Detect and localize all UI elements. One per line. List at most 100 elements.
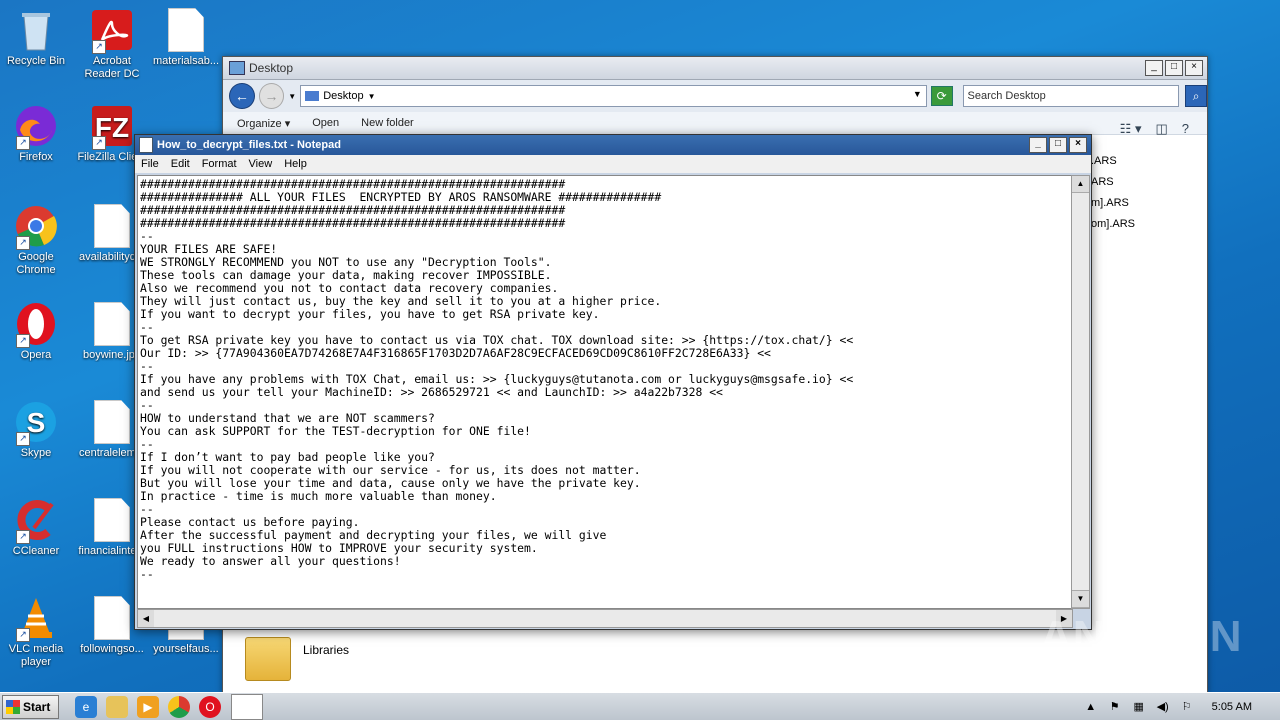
explorer-titlebar[interactable]: Desktop _ □ × bbox=[223, 57, 1207, 80]
firefox-icon: ↗ bbox=[14, 104, 58, 150]
clock[interactable]: 5:05 AM bbox=[1212, 701, 1252, 713]
search-input[interactable]: Search Desktop bbox=[962, 85, 1180, 107]
scroll-up-icon[interactable]: ▲ bbox=[1072, 176, 1089, 193]
chrome-taskbar-icon[interactable] bbox=[168, 696, 190, 718]
shortcut-arrow-icon: ↗ bbox=[16, 136, 30, 150]
menu-edit[interactable]: Edit bbox=[165, 158, 196, 170]
refresh-button[interactable]: ⟳ bbox=[930, 86, 953, 106]
shortcut-arrow-icon: ↗ bbox=[92, 40, 106, 54]
desktop-icon-label: Google Chrome bbox=[16, 251, 56, 276]
menu-view[interactable]: View bbox=[243, 158, 279, 170]
chevron-down-icon[interactable]: ▼ bbox=[368, 92, 376, 101]
menu-file[interactable]: File bbox=[135, 158, 165, 170]
watermark-logo: ANY.RUN bbox=[1040, 612, 1243, 661]
desktop-icon-label: Opera bbox=[20, 349, 52, 361]
file-icon bbox=[164, 8, 208, 52]
opera-icon: ↗ bbox=[14, 302, 58, 348]
vlc-icon: ↗ bbox=[14, 596, 58, 642]
explorer-navbar: ← → ▼ Desktop ▼ ▼ ⟳ Search Desktop ⌕ bbox=[223, 80, 1207, 112]
desktop-icon-label: CCleaner bbox=[12, 545, 60, 557]
address-text: Desktop bbox=[323, 90, 364, 102]
recycle-bin-icon bbox=[14, 8, 58, 52]
help-icon[interactable]: ? bbox=[1182, 121, 1189, 137]
notepad-text-area[interactable]: ########################################… bbox=[137, 175, 1073, 609]
media-player-icon[interactable]: ▶ bbox=[137, 696, 159, 718]
file-icon bbox=[90, 302, 134, 346]
explorer-folder-icon[interactable] bbox=[106, 696, 128, 718]
desktop-icon-firefox[interactable]: ↗ Firefox bbox=[0, 104, 76, 164]
preview-pane-icon[interactable]: ◫ bbox=[1155, 121, 1167, 137]
address-bar[interactable]: Desktop ▼ ▼ bbox=[300, 85, 927, 107]
list-item[interactable]: om].ARS bbox=[1091, 214, 1135, 235]
desktop-icon-label: VLC media player bbox=[8, 643, 64, 668]
window-icon bbox=[229, 61, 245, 75]
maximize-button[interactable]: □ bbox=[1049, 137, 1067, 153]
volume-icon[interactable]: ◀) bbox=[1156, 700, 1170, 714]
desktop-icon-acrobat[interactable]: ↗ Acrobat Reader DC bbox=[72, 8, 152, 81]
view-options-icon[interactable]: ☷ ▾ bbox=[1120, 121, 1142, 137]
ccleaner-icon: ↗ bbox=[14, 498, 58, 544]
desktop-icon-label: Recycle Bin bbox=[6, 55, 66, 67]
file-list-partial: .ARS ARS m].ARS om].ARS bbox=[1091, 151, 1135, 235]
action-center-icon[interactable]: ⚑ bbox=[1108, 700, 1122, 714]
list-item[interactable]: .ARS bbox=[1091, 151, 1135, 172]
search-icon[interactable]: ⌕ bbox=[1185, 85, 1207, 107]
libraries-item[interactable]: Libraries bbox=[245, 637, 349, 681]
notepad-taskbar-button[interactable] bbox=[231, 694, 263, 720]
notepad-title: How_to_decrypt_files.txt - Notepad bbox=[157, 139, 341, 151]
desktop-icon-vlc[interactable]: ↗ VLC media player bbox=[0, 596, 76, 669]
new-folder-button[interactable]: New folder bbox=[361, 117, 414, 129]
horizontal-scrollbar[interactable]: ◀ ▶ bbox=[137, 609, 1073, 628]
folder-icon bbox=[305, 91, 320, 101]
desktop-icon-ccleaner[interactable]: ↗ CCleaner bbox=[0, 498, 76, 558]
list-item[interactable]: m].ARS bbox=[1091, 193, 1135, 214]
minimize-button[interactable]: _ bbox=[1029, 137, 1047, 153]
maximize-button[interactable]: □ bbox=[1165, 60, 1183, 76]
notepad-titlebar[interactable]: How_to_decrypt_files.txt - Notepad _ □ × bbox=[135, 135, 1091, 155]
notepad-window[interactable]: How_to_decrypt_files.txt - Notepad _ □ ×… bbox=[134, 134, 1092, 630]
shortcut-arrow-icon: ↗ bbox=[92, 136, 106, 150]
explorer-command-bar: Organize ▾ Open New folder bbox=[223, 112, 1207, 135]
start-button[interactable]: Start bbox=[2, 695, 59, 719]
desktop-icon-file[interactable]: materialsab... bbox=[146, 8, 226, 68]
open-button[interactable]: Open bbox=[312, 117, 339, 129]
ie-icon[interactable]: e bbox=[75, 696, 97, 718]
filezilla-icon: FZ ↗ bbox=[90, 104, 134, 150]
desktop-icon-label: Firefox bbox=[19, 151, 53, 163]
scroll-left-icon[interactable]: ◀ bbox=[138, 610, 154, 627]
organize-button[interactable]: Organize ▾ bbox=[237, 117, 290, 130]
shortcut-arrow-icon: ↗ bbox=[16, 530, 30, 544]
close-button[interactable]: × bbox=[1069, 137, 1087, 153]
menu-help[interactable]: Help bbox=[278, 158, 313, 170]
history-dropdown-icon[interactable]: ▼ bbox=[288, 92, 296, 101]
desktop-icon-chrome[interactable]: ↗ Google Chrome bbox=[0, 204, 76, 277]
desktop-icon-label: yourselfaus... bbox=[153, 643, 219, 655]
libraries-folder-icon bbox=[245, 637, 291, 681]
address-dropdown-icon[interactable]: ▼ bbox=[913, 89, 922, 99]
ransom-note-text: ########################################… bbox=[140, 177, 854, 581]
close-button[interactable]: × bbox=[1185, 60, 1203, 76]
forward-arrow-icon[interactable]: → bbox=[258, 83, 285, 109]
opera-taskbar-icon[interactable]: O bbox=[199, 696, 221, 718]
explorer-title: Desktop bbox=[249, 61, 294, 75]
back-arrow-icon[interactable]: ← bbox=[229, 83, 255, 109]
scroll-down-icon[interactable]: ▼ bbox=[1072, 590, 1089, 608]
shortcut-arrow-icon: ↗ bbox=[16, 236, 30, 250]
skype-icon: S ↗ bbox=[14, 400, 58, 446]
taskbar: Start e ▶ O ▲ ⚑ ▦ ◀) ⚐ 5:05 AM bbox=[0, 692, 1280, 720]
menu-format[interactable]: Format bbox=[196, 158, 243, 170]
minimize-button[interactable]: _ bbox=[1145, 60, 1163, 76]
desktop-icon-skype[interactable]: S ↗ Skype bbox=[0, 400, 76, 460]
vertical-scrollbar[interactable]: ▲ ▼ bbox=[1071, 175, 1090, 609]
flag-icon[interactable]: ⚐ bbox=[1180, 700, 1194, 714]
view-controls: ☷ ▾ ◫ ? bbox=[1120, 121, 1189, 137]
system-tray: ▲ ⚑ ▦ ◀) ⚐ 5:05 AM bbox=[1084, 693, 1280, 720]
desktop-icon-recycle-bin[interactable]: Recycle Bin bbox=[0, 8, 76, 68]
desktop-icon-opera[interactable]: ↗ Opera bbox=[0, 302, 76, 362]
list-item[interactable]: ARS bbox=[1091, 172, 1135, 193]
show-hidden-icons-icon[interactable]: ▲ bbox=[1084, 700, 1098, 714]
desktop-icon-label: followingso... bbox=[80, 643, 144, 655]
network-icon[interactable]: ▦ bbox=[1132, 700, 1146, 714]
chrome-icon: ↗ bbox=[14, 204, 58, 250]
file-icon bbox=[90, 596, 134, 640]
